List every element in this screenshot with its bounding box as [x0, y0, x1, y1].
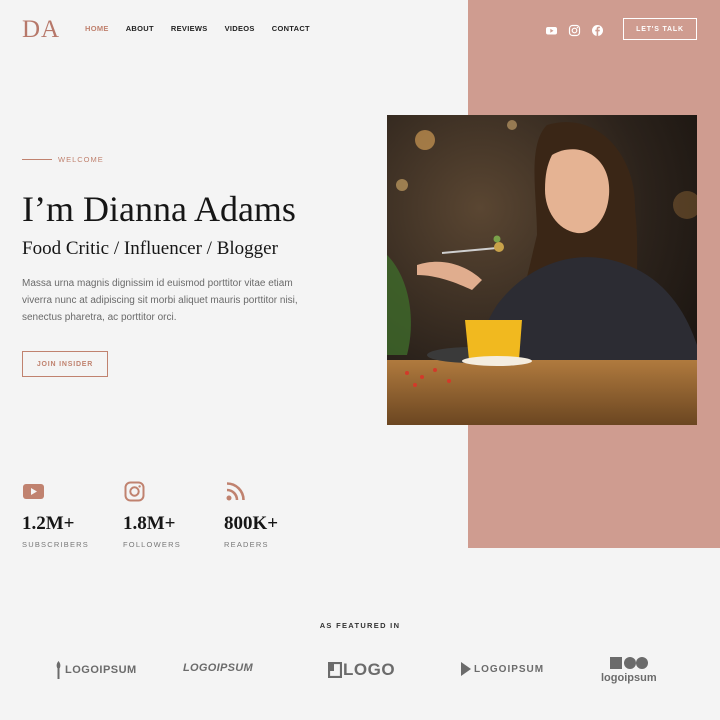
- partner-logo-text: LOGOIPSUM: [474, 663, 545, 675]
- lets-talk-button[interactable]: LET'S TALK: [623, 18, 697, 40]
- nav-contact[interactable]: CONTACT: [272, 24, 310, 33]
- stat-value: 800K+: [224, 513, 279, 534]
- youtube-icon[interactable]: [545, 24, 558, 37]
- partner-logo-1[interactable]: LOGOIPSUM: [54, 660, 137, 680]
- partner-logo-4[interactable]: LOGOIPSUM: [460, 661, 544, 677]
- youtube-icon: [22, 480, 45, 503]
- partner-logo-2[interactable]: LOGOIPSUM: [183, 662, 253, 674]
- stat-subscribers: 1.2M+ SUBSCRIBERS: [22, 480, 123, 549]
- instagram-icon[interactable]: [568, 24, 581, 37]
- stat-label: FOLLOWERS: [123, 540, 181, 549]
- hero-title: I’m Dianna Adams: [22, 189, 296, 229]
- eyebrow-divider: [22, 159, 52, 160]
- brand-logo[interactable]: DA: [22, 16, 60, 44]
- stat-value: 1.8M+: [123, 513, 176, 534]
- partner-logo-text: logoipsum: [601, 672, 657, 684]
- stat-readers: 800K+ READERS: [224, 480, 325, 549]
- partner-logo-5[interactable]: logoipsum: [601, 656, 657, 684]
- welcome-eyebrow: WELCOME: [22, 155, 104, 164]
- hero-subtitle: Food Critic / Influencer / Blogger: [22, 238, 278, 259]
- hero-description: Massa urna magnis dignissim id euismod p…: [22, 278, 298, 323]
- featured-logos: LOGOIPSUM LOGOIPSUM LOGO LOGOIPSUM logoi…: [0, 650, 720, 690]
- nav-videos[interactable]: VIDEOS: [225, 24, 255, 33]
- featured-heading: AS FEATURED IN: [319, 621, 401, 630]
- facebook-icon[interactable]: [591, 24, 604, 37]
- nav-reviews[interactable]: REVIEWS: [171, 24, 208, 33]
- nav-about[interactable]: ABOUT: [126, 24, 154, 33]
- partner-logo-text: LOGO: [343, 660, 396, 679]
- join-insider-button[interactable]: JOIN INSIDER: [22, 351, 108, 377]
- partner-logo-3[interactable]: LOGO: [328, 660, 395, 680]
- stat-label: READERS: [224, 540, 269, 549]
- stat-value: 1.2M+: [22, 513, 75, 534]
- hero-photo: [387, 115, 697, 425]
- header-socials: [545, 24, 604, 37]
- partner-logo-text: LOGOIPSUM: [65, 664, 137, 676]
- stats-row: 1.2M+ SUBSCRIBERS 1.8M+ FOLLOWERS 800K+ …: [22, 480, 325, 549]
- stat-followers: 1.8M+ FOLLOWERS: [123, 480, 224, 549]
- eyebrow-label: WELCOME: [58, 155, 104, 164]
- rss-icon: [224, 480, 247, 503]
- instagram-icon: [123, 480, 146, 503]
- nav-home[interactable]: HOME: [85, 24, 109, 33]
- stat-label: SUBSCRIBERS: [22, 540, 89, 549]
- main-nav: HOME ABOUT REVIEWS VIDEOS CONTACT: [85, 24, 327, 33]
- partner-logo-text: LOGOIPSUM: [183, 662, 253, 674]
